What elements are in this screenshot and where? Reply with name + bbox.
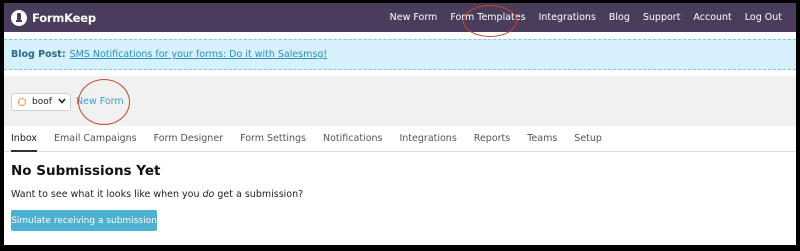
circle-icon	[18, 98, 26, 106]
empty-state-description: Want to see what it looks like when you …	[11, 189, 303, 200]
page-title: No Submissions Yet	[11, 163, 161, 179]
form-selector[interactable]: boof	[11, 93, 71, 111]
tab-teams[interactable]: Teams	[527, 127, 557, 150]
blog-banner: Blog Post: SMS Notifications for your fo…	[4, 39, 796, 70]
nav-log-out[interactable]: Log Out	[745, 12, 782, 23]
app-window: FormKeep New Form Form Templates Integra…	[0, 0, 800, 251]
nav-form-templates[interactable]: Form Templates	[450, 12, 525, 23]
description-text-start: Want to see what it looks like when you	[11, 189, 203, 200]
tab-bar: Inbox Email Campaigns Form Designer Form…	[4, 127, 796, 152]
nav-new-form[interactable]: New Form	[390, 12, 438, 23]
description-emphasis: do	[202, 189, 215, 200]
nav-links: New Form Form Templates Integrations Blo…	[390, 3, 782, 32]
chevron-down-icon	[58, 97, 66, 107]
description-text-end: get a submission?	[214, 189, 304, 200]
form-selector-value: boof	[32, 97, 52, 107]
form-header: boof New Form	[4, 76, 796, 126]
tab-inbox[interactable]: Inbox	[11, 127, 37, 152]
tab-setup[interactable]: Setup	[574, 127, 602, 150]
top-navbar: FormKeep New Form Form Templates Integra…	[4, 3, 796, 32]
tab-integrations[interactable]: Integrations	[399, 127, 456, 150]
nav-account[interactable]: Account	[693, 12, 731, 23]
blog-banner-label: Blog Post:	[11, 49, 66, 60]
tab-reports[interactable]: Reports	[474, 127, 510, 150]
nav-blog[interactable]: Blog	[609, 12, 630, 23]
simulate-submission-button[interactable]: Simulate receiving a submission	[11, 210, 157, 231]
nav-support[interactable]: Support	[643, 12, 681, 23]
brand[interactable]: FormKeep	[11, 9, 96, 26]
tab-form-settings[interactable]: Form Settings	[240, 127, 306, 150]
brand-name: FormKeep	[32, 10, 96, 25]
tab-form-designer[interactable]: Form Designer	[154, 127, 224, 150]
blog-banner-link[interactable]: SMS Notifications for your forms: Do it …	[70, 49, 328, 60]
formkeep-logo-icon	[11, 9, 27, 26]
nav-integrations[interactable]: Integrations	[539, 12, 596, 23]
new-form-link[interactable]: New Form	[76, 96, 124, 107]
tab-email-campaigns[interactable]: Email Campaigns	[54, 127, 137, 150]
tab-notifications[interactable]: Notifications	[323, 127, 382, 150]
